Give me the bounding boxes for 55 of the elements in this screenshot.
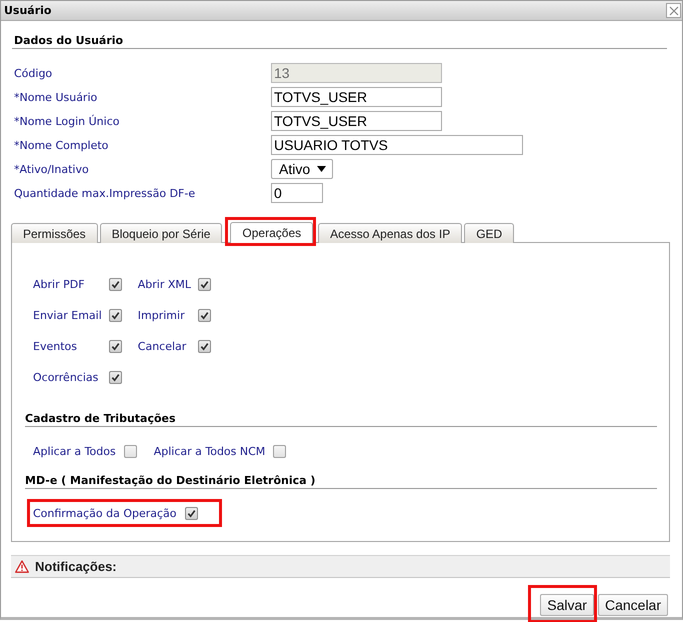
option-label: Eventos [33, 340, 78, 353]
text-field[interactable]: 0 [271, 183, 323, 203]
checkmark-icon [110, 373, 120, 382]
checkbox[interactable] [273, 444, 286, 458]
tab[interactable]: Acesso Apenas dos IP [318, 223, 462, 243]
checkbox[interactable] [108, 309, 122, 322]
checkbox[interactable] [124, 444, 137, 458]
section-title: MD-e ( Manifestação do Destinário Eletrônica ) [25, 474, 657, 489]
field-label: Código [14, 66, 54, 80]
option-label: Abrir PDF [33, 278, 86, 291]
checkbox[interactable] [184, 506, 198, 520]
option-label: Confirmação da Operação [33, 506, 177, 520]
field-label: *Nome Usuário [14, 90, 98, 104]
dialog-button[interactable]: Cancelar [598, 594, 668, 616]
option-label: Ocorrências [33, 371, 100, 384]
option-label: Abrir XML [138, 278, 192, 291]
option-label: Aplicar a Todos NCM [154, 444, 266, 458]
checkmark-icon [110, 280, 120, 289]
checkbox[interactable] [108, 278, 122, 291]
section-title: Dados do Usuário [12, 34, 667, 49]
close-button[interactable] [666, 3, 681, 18]
notification-title: Notificações: [35, 559, 117, 574]
checkbox[interactable] [198, 309, 212, 322]
option-label: Aplicar a Todos [33, 444, 116, 458]
field-label: Quantidade max.Impressão DF-e [14, 186, 196, 200]
field-label: *Ativo/Inativo [14, 162, 90, 176]
checkbox[interactable] [198, 278, 212, 291]
tab[interactable]: Bloqueio por Série [100, 223, 222, 243]
option-label: Enviar Email [33, 309, 102, 322]
tab[interactable]: Permissões [11, 223, 98, 243]
checkmark-icon [200, 280, 210, 289]
tab[interactable]: GED [464, 223, 514, 243]
tab[interactable]: Operações [230, 222, 314, 243]
checkmark-icon [200, 311, 210, 320]
field-label: *Nome Login Único [14, 114, 120, 128]
text-field[interactable]: TOTVS_USER [271, 111, 442, 131]
checkbox[interactable] [108, 371, 122, 384]
caret-icon [317, 166, 326, 172]
checkbox[interactable] [108, 340, 122, 353]
checkmark-icon [186, 508, 196, 518]
text-field[interactable]: USUARIO TOTVS [271, 135, 523, 155]
checkbox[interactable] [198, 340, 212, 353]
checkmark-icon [200, 342, 210, 351]
dialog-button[interactable]: Salvar [540, 594, 594, 616]
checkmark-icon [110, 342, 120, 351]
option-label: Imprimir [138, 309, 186, 322]
checkmark-icon [110, 311, 120, 320]
dropdown-select[interactable]: Ativo [271, 159, 333, 179]
window-title: Usuário [4, 4, 52, 17]
text-field[interactable]: TOTVS_USER [271, 87, 442, 107]
field-label: *Nome Completo [14, 138, 110, 152]
section-title: Cadastro de Tributações [25, 412, 657, 427]
close-icon [668, 6, 678, 16]
option-label: Cancelar [138, 340, 188, 353]
warning-icon [15, 560, 29, 573]
